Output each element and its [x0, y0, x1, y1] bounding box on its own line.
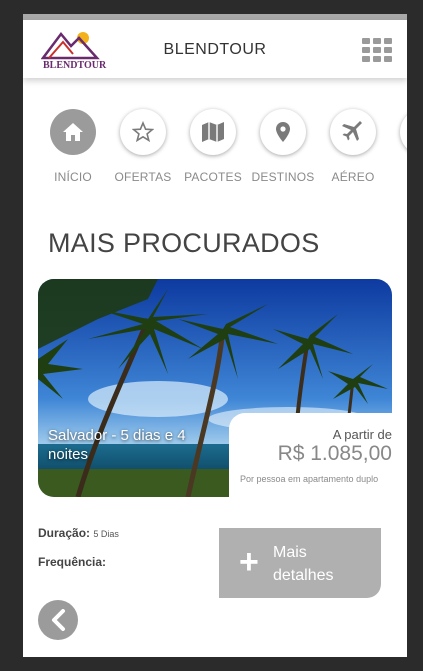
price-from-label: A partir de — [332, 427, 392, 442]
package-price: R$ 1.085,00 — [277, 442, 392, 465]
duration-row: Duração: 5 Dias — [38, 526, 119, 540]
nav-label: H — [390, 170, 407, 184]
app-header: BLENDTOUR BLENDTOUR — [23, 20, 407, 78]
mobile-screen: BLENDTOUR BLENDTOUR INÍCIO OFERTAS PACOT… — [23, 14, 407, 657]
nav-circle — [50, 109, 96, 155]
frequency-label: Frequência: — [38, 555, 107, 569]
nav-label: PACOTES — [184, 170, 242, 184]
grid-menu-icon[interactable] — [362, 38, 392, 62]
airplane-icon — [342, 121, 362, 141]
price-note: Por pessoa em apartamento duplo — [240, 474, 379, 484]
nav-item-inicio[interactable]: INÍCIO — [40, 104, 106, 184]
more-details-button[interactable]: + Mais detalhes — [219, 528, 381, 598]
nav-label: INÍCIO — [54, 170, 92, 184]
nav-item-aereo[interactable]: AÉREO — [320, 104, 386, 184]
nav-circle — [330, 109, 376, 155]
package-name: Salvador - 5 dias e 4 noites — [48, 427, 186, 463]
back-button[interactable] — [38, 600, 78, 640]
nav-label: AÉREO — [331, 170, 375, 184]
chevron-left-icon — [52, 609, 65, 631]
nav-circle — [260, 109, 306, 155]
nav-item-destinos[interactable]: DESTINOS — [250, 104, 316, 184]
nav-circle — [400, 109, 407, 155]
duration-value: 5 Dias — [93, 529, 119, 539]
nav-circle — [190, 109, 236, 155]
more-details-label: Mais detalhes — [273, 544, 334, 584]
nav-label: OFERTAS — [114, 170, 172, 184]
category-nav: INÍCIO OFERTAS PACOTES DESTINOS AÉREO — [23, 104, 407, 194]
nav-item-ofertas[interactable]: OFERTAS — [110, 104, 176, 184]
plus-icon: + — [239, 543, 259, 581]
nav-item-hoteis[interactable]: H — [390, 104, 407, 184]
home-icon — [63, 123, 83, 141]
location-pin-icon — [276, 122, 290, 142]
star-icon — [132, 121, 154, 143]
section-title: MAIS PROCURADOS — [48, 228, 320, 258]
frequency-row: Frequência: — [38, 555, 106, 569]
page-title: BLENDTOUR — [163, 41, 267, 58]
duration-label: Duração: — [38, 526, 91, 540]
nav-circle — [120, 109, 166, 155]
map-icon — [202, 122, 224, 142]
price-box: A partir de R$ 1.085,00 Por pessoa em ap… — [229, 413, 392, 508]
nav-item-pacotes[interactable]: PACOTES — [180, 104, 246, 184]
logo-text: BLENDTOUR — [43, 60, 107, 71]
nav-label: DESTINOS — [251, 170, 315, 184]
